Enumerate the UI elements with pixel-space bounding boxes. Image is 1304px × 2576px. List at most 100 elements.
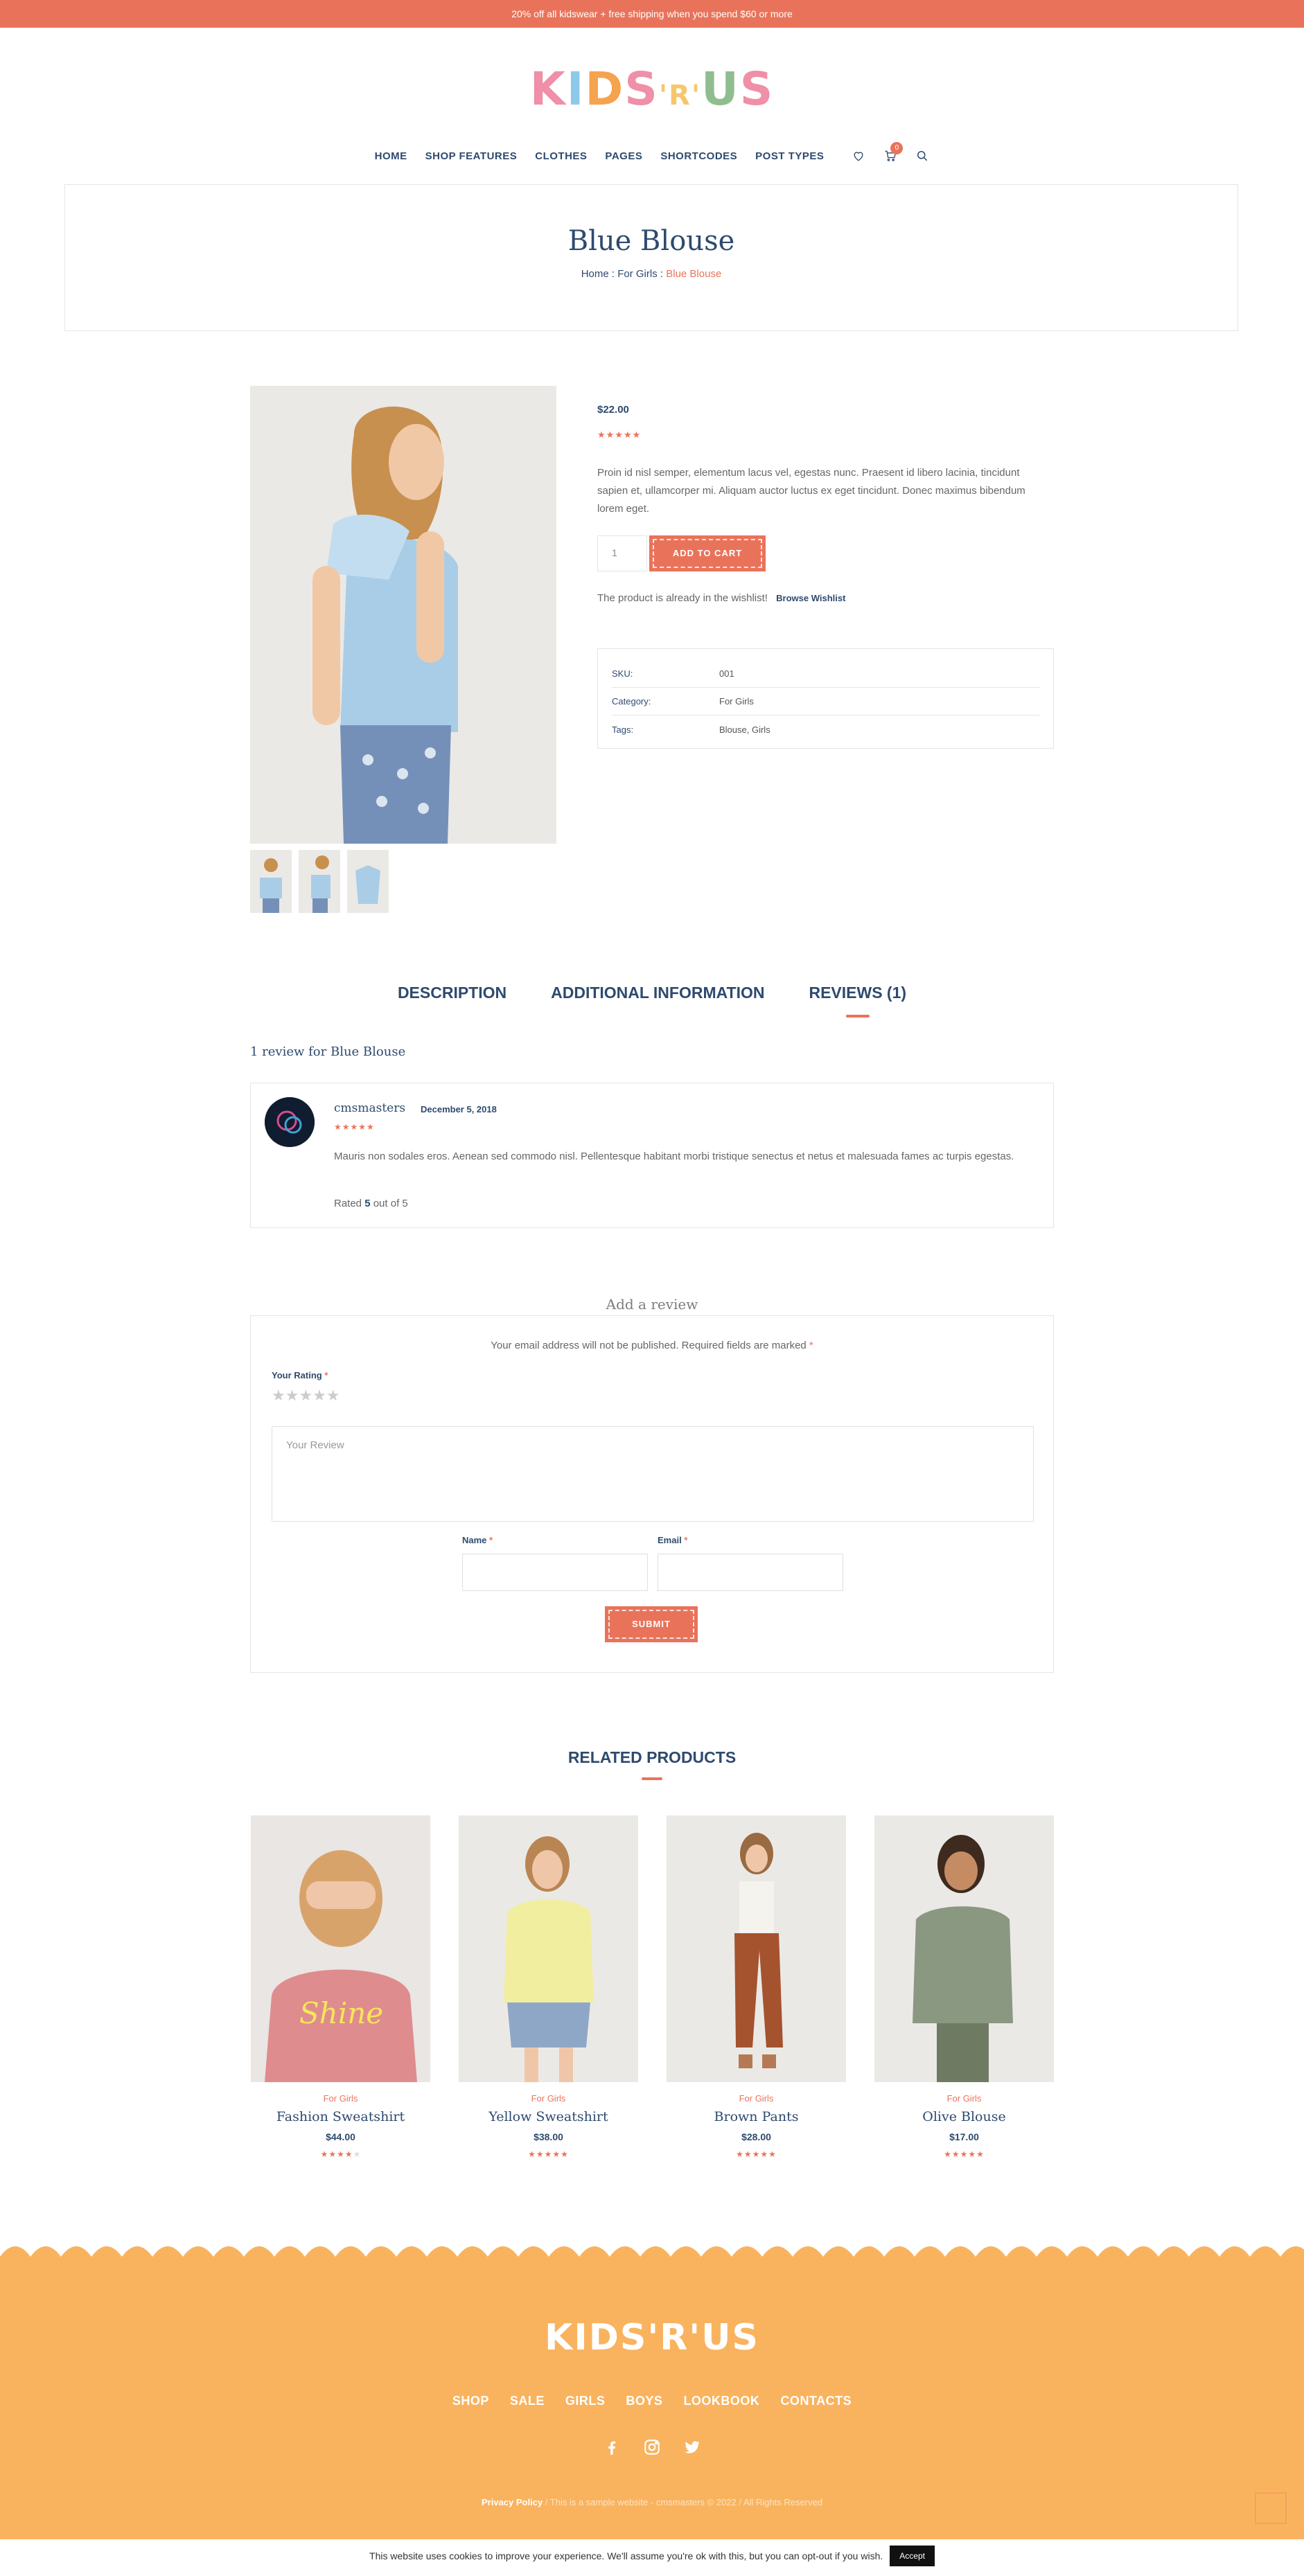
email-label: Email * (658, 1535, 687, 1545)
product-card-image[interactable]: Shine (251, 1815, 430, 2082)
footer-nav-shop[interactable]: SHOP (452, 2394, 489, 2408)
meta-key: Tags: (612, 724, 634, 735)
nav-home[interactable]: HOME (375, 150, 407, 162)
footer-nav-sale[interactable]: SALE (510, 2394, 545, 2408)
product-meta-table: SKU: 001 Category: For Girls Tags: Blouse, … (597, 648, 1054, 749)
logo-letter: D (585, 62, 625, 116)
submit-label: SUBMIT (632, 1619, 671, 1629)
nav-shortcodes[interactable]: SHORTCODES (660, 150, 737, 162)
product-card-stars-filled: ★★★★ (320, 2149, 353, 2159)
product-card-price: $28.00 (741, 2131, 771, 2142)
name-field[interactable] (462, 1554, 648, 1591)
nav-clothes[interactable]: CLOTHES (535, 150, 587, 162)
copyright-text: / This is a sample website - cmsmasters … (543, 2497, 822, 2507)
product-card-name[interactable]: Fashion Sweatshirt (251, 2109, 430, 2124)
breadcrumb-home[interactable]: Home (581, 268, 609, 280)
scroll-to-top-button[interactable] (1255, 2492, 1287, 2524)
search-icon[interactable] (915, 149, 929, 163)
nav-pages[interactable]: PAGES (605, 150, 642, 162)
product-card-stars: ★★★★★ (251, 2149, 430, 2159)
cookie-notice: This website uses cookies to improve you… (0, 2539, 1304, 2573)
rating-stars-input[interactable]: ★★★★★ (272, 1387, 340, 1405)
accept-cookies-button[interactable]: Accept (890, 2546, 935, 2566)
quantity-input[interactable]: 1 (597, 535, 647, 571)
product-card[interactable]: For Girls Olive Blouse $17.00 ★★★★★ (874, 1815, 1054, 2159)
breadcrumb-category[interactable]: For Girls (617, 268, 658, 280)
name-label-text: Name (462, 1535, 487, 1545)
related-products-title: RELATED PRODUCTS (567, 1748, 737, 1766)
required-mark: * (324, 1370, 328, 1380)
product-card-category[interactable]: For Girls (667, 2093, 846, 2104)
product-price: $22.00 (597, 404, 629, 416)
thumbnail-front[interactable] (250, 850, 292, 913)
product-main-image[interactable] (250, 386, 556, 844)
tab-description[interactable]: DESCRIPTION (398, 984, 506, 1002)
wishlist-text: The product is already in the wishlist! (597, 592, 768, 604)
heart-icon[interactable] (852, 149, 865, 163)
email-field[interactable] (658, 1554, 843, 1591)
title-underline (642, 1777, 662, 1780)
required-mark: * (684, 1535, 688, 1545)
main-nav: HOME SHOP FEATURES CLOTHES PAGES SHORTCO… (0, 142, 1304, 163)
submit-button[interactable]: SUBMIT (605, 1606, 698, 1642)
meta-category-link[interactable]: For Girls (719, 696, 754, 707)
privacy-policy-link[interactable]: Privacy Policy (482, 2497, 543, 2507)
product-card[interactable]: Shine For Girls Fashion Sweatshirt $44.0… (251, 1815, 430, 2159)
footer-logo[interactable]: KIDS'R'US (0, 2317, 1304, 2359)
product-card-category[interactable]: For Girls (251, 2093, 430, 2104)
footer-nav-contacts[interactable]: CONTACTS (780, 2394, 852, 2408)
add-to-cart-button[interactable]: ADD TO CART (649, 535, 766, 571)
review-form: Your email address will not be published… (250, 1315, 1054, 1673)
logo-letter: 'R' (658, 80, 702, 112)
thumbnail-garment[interactable] (347, 850, 389, 913)
product-card-name[interactable]: Brown Pants (667, 2109, 846, 2124)
review-date: December 5, 2018 (421, 1104, 497, 1114)
product-card[interactable]: For Girls Yellow Sweatshirt $38.00 ★★★★★ (459, 1815, 638, 2159)
product-card-category[interactable]: For Girls (874, 2093, 1054, 2104)
product-card-stars: ★★★★★ (736, 2149, 777, 2159)
nav-post-types[interactable]: POST TYPES (755, 150, 824, 162)
add-to-cart-label: ADD TO CART (672, 548, 743, 558)
rated-prefix: Rated (334, 1198, 362, 1209)
footer-nav-girls[interactable]: GIRLS (565, 2394, 606, 2408)
tab-additional-information[interactable]: ADDITIONAL INFORMATION (551, 984, 764, 1002)
product-card-price: $44.00 (326, 2131, 355, 2142)
product-card-image[interactable] (459, 1815, 638, 2082)
product-tabs: DESCRIPTION ADDITIONAL INFORMATION REVIE… (0, 984, 1304, 1002)
meta-value: 001 (719, 668, 734, 679)
product-card-category[interactable]: For Girls (459, 2093, 638, 2104)
logo-letter: S (624, 62, 659, 116)
tab-reviews[interactable]: REVIEWS (1) (809, 984, 906, 1002)
footer-nav-boys[interactable]: BOYS (626, 2394, 662, 2408)
required-mark: * (489, 1535, 493, 1545)
site-logo[interactable]: KIDS'R'US (0, 62, 1304, 116)
rated-value: 5 (364, 1198, 371, 1209)
instagram-icon[interactable] (643, 2438, 661, 2456)
meta-row-sku: SKU: 001 (612, 660, 1039, 688)
review-textarea[interactable]: Your Review (272, 1426, 1034, 1522)
svg-text:Shine: Shine (299, 1996, 383, 2030)
product-card-price: $17.00 (949, 2131, 979, 2142)
product-card-image[interactable] (874, 1815, 1054, 2082)
browse-wishlist-link[interactable]: Browse Wishlist (776, 593, 845, 603)
email-label-text: Email (658, 1535, 682, 1545)
twitter-icon[interactable] (683, 2438, 701, 2456)
breadcrumb-current: Blue Blouse (666, 268, 722, 280)
product-card[interactable]: For Girls Brown Pants $28.00 ★★★★★ (667, 1815, 846, 2159)
facebook-icon[interactable] (603, 2438, 621, 2456)
name-label: Name * (462, 1535, 493, 1545)
footer-nav-lookbook[interactable]: LOOKBOOK (683, 2394, 759, 2408)
cookie-text: This website uses cookies to improve you… (369, 2550, 883, 2561)
logo-letter: S (739, 62, 775, 116)
nav-shop-features[interactable]: SHOP FEATURES (425, 150, 518, 162)
product-card-name[interactable]: Yellow Sweatshirt (459, 2109, 638, 2124)
rated-suffix: out of 5 (373, 1198, 408, 1209)
thumbnail-side[interactable] (299, 850, 340, 913)
product-card-image[interactable] (667, 1815, 846, 2082)
product-rating-stars: ★★★★★ (597, 429, 642, 440)
product-card-name[interactable]: Olive Blouse (874, 2109, 1054, 2124)
wishlist-notice: The product is already in the wishlist! … (597, 592, 845, 604)
meta-tags-links[interactable]: Blouse, Girls (719, 725, 770, 735)
logo-letter: U (701, 62, 740, 116)
form-note-text: Your email address will not be published… (491, 1340, 807, 1351)
